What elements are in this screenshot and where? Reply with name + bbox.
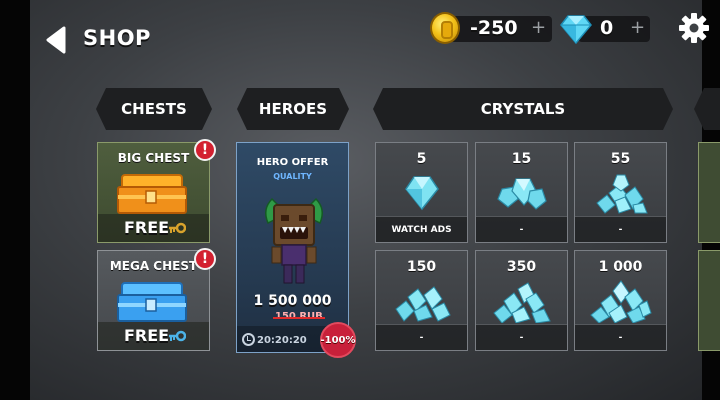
crystal-action: - [376, 324, 467, 350]
clock-icon [242, 333, 255, 346]
back-arrow-icon[interactable] [44, 26, 68, 54]
hero-character-image [265, 197, 323, 284]
chest-title: BIG CHEST [117, 151, 190, 165]
big-chest-card[interactable]: BIG CHEST FREE [97, 142, 210, 243]
chest-price: FREE [124, 218, 170, 237]
hero-offer-price: 1 500 000 [253, 293, 332, 309]
tab-heroes[interactable]: HEROES [237, 88, 349, 130]
chest-title: MEGA CHEST [109, 259, 198, 273]
crystal-action: - [575, 324, 666, 350]
crystal-action: - [476, 216, 567, 242]
crystal-action: - [575, 216, 666, 242]
crystal-amount: 150 [406, 259, 437, 275]
crystals-small-icon [405, 176, 439, 211]
crystal-amount: 15 [511, 151, 532, 167]
blue-chest-icon [117, 282, 187, 322]
crystal-amount: 55 [610, 151, 631, 167]
crystals-heap-icon [596, 174, 648, 214]
gem-value: 0 [600, 17, 614, 39]
hero-offer-timer: 20:20:20 [257, 335, 307, 346]
crystal-pack-card[interactable]: 55 - [574, 142, 667, 243]
diamond-icon [560, 15, 592, 44]
coin-value: -250 [470, 17, 518, 39]
hero-offer-quality: QUALITY [273, 172, 312, 181]
crystal-amount: 350 [506, 259, 537, 275]
crystal-amount: 5 [416, 151, 427, 167]
crystal-action: - [476, 324, 567, 350]
crystal-pack-card[interactable]: 15 - [475, 142, 568, 243]
alert-badge-icon: ! [194, 248, 216, 270]
crystal-action: WATCH ADS [376, 216, 467, 242]
add-coins-button[interactable]: + [531, 17, 546, 38]
mega-chest-card[interactable]: MEGA CHEST FREE [97, 250, 210, 351]
crystal-pack-card[interactable]: 1 000 - [574, 250, 667, 351]
discount-badge: -100% [320, 322, 356, 358]
crystals-bag-icon [395, 286, 451, 322]
partial-card-edge[interactable] [698, 250, 720, 351]
key-icon [169, 222, 186, 234]
crystal-amount: 1 000 [598, 259, 643, 275]
gem-balance: 0 + [560, 12, 650, 44]
orange-chest-icon [117, 174, 187, 214]
crystal-pack-card[interactable]: 150 - [375, 250, 468, 351]
crystals-pile-icon [497, 178, 547, 210]
left-black-bar [0, 0, 30, 400]
crystals-chest-icon [493, 282, 551, 323]
crystal-pack-card[interactable]: 350 - [475, 250, 568, 351]
tab-chests[interactable]: CHESTS [96, 88, 212, 130]
crystal-pack-card[interactable]: 5 WATCH ADS [375, 142, 468, 243]
partial-card-edge[interactable] [698, 142, 720, 243]
coin-icon [430, 12, 460, 44]
hero-offer-title: HERO OFFER [256, 157, 329, 168]
gear-icon[interactable] [678, 12, 710, 44]
alert-badge-icon: ! [194, 139, 216, 161]
page-title: SHOP [83, 26, 151, 50]
add-gems-button[interactable]: + [630, 17, 645, 38]
chest-price: FREE [124, 326, 170, 345]
hero-offer-old-price: 150 RUB [273, 311, 325, 322]
key-icon [169, 330, 186, 342]
tab-next-partial[interactable] [694, 88, 720, 130]
coin-balance: -250 + [430, 12, 552, 44]
crystals-mountain-icon [590, 280, 652, 323]
hero-offer-card[interactable]: HERO OFFER QUALITY 1 500 000 150 RUB 20:… [236, 142, 349, 353]
tab-crystals[interactable]: CRYSTALS [373, 88, 673, 130]
